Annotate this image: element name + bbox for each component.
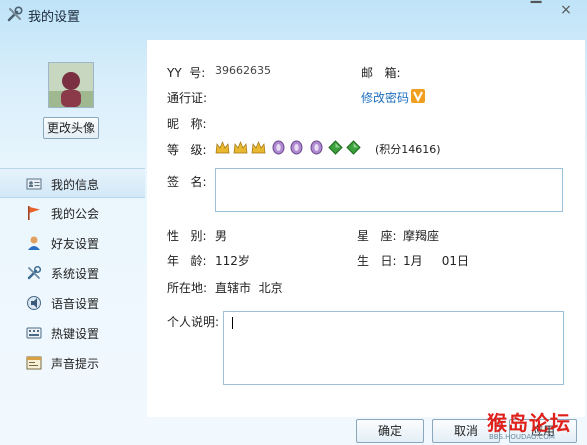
- moon-icon: [272, 140, 285, 155]
- tools-icon: [7, 6, 23, 22]
- star-sign-label: 星 座:: [357, 229, 397, 243]
- location-value: 直辖市 北京: [215, 281, 283, 295]
- avatar-image: [49, 63, 93, 107]
- nickname-label: 昵 称:: [167, 117, 207, 131]
- sidebar-item-voice-settings[interactable]: 语音设置: [0, 288, 145, 318]
- birthday-label: 生 日:: [357, 254, 397, 268]
- window-title: 我的设置: [28, 10, 81, 25]
- gender-label: 性 别:: [167, 229, 207, 243]
- keyboard-icon: [26, 327, 42, 339]
- sidebar-item-label: 语音设置: [51, 297, 100, 311]
- sidebar-nav: 我的信息 我的公会 好友设置 系统设置 语音设置 热键设置 声音提示: [0, 168, 145, 378]
- tools-icon: [27, 265, 42, 280]
- gender-value: 男: [215, 229, 228, 243]
- sidebar-item-system-settings[interactable]: 系统设置: [0, 258, 145, 288]
- user-icon: [28, 236, 40, 250]
- crown-icon: [215, 141, 230, 154]
- mail-label: 邮 箱:: [361, 66, 401, 80]
- profile-panel: YY 号: 39662635 邮 箱: 通行证: 修改密码 昵 称: 等 级: …: [147, 40, 585, 417]
- crown-icon: [233, 141, 248, 154]
- vip-badge-icon: [411, 89, 425, 103]
- settings-window: 我的设置 ▔ × 更改头像 我的信息 我的公会 好友设置 系统设置 语音设置 热…: [0, 0, 587, 445]
- moon-icon: [310, 140, 323, 155]
- diamond-icon: [346, 140, 361, 155]
- sidebar-item-label: 我的信息: [51, 178, 100, 192]
- signature-label: 签 名:: [167, 175, 207, 189]
- star-sign-value: 摩羯座: [403, 229, 440, 243]
- watermark-text: 猴岛论坛: [487, 411, 571, 435]
- watermark-subtext: BBS.HOUDAO.COM: [489, 433, 555, 441]
- level-label: 等 级:: [167, 143, 207, 157]
- points-text: (积分14616): [375, 143, 441, 156]
- moon-icon: [290, 140, 303, 155]
- birthday-value: 1月 01日: [403, 254, 469, 268]
- close-button[interactable]: ×: [556, 0, 576, 20]
- flag-icon: [28, 206, 40, 220]
- sidebar-item-hotkey-settings[interactable]: 热键设置: [0, 318, 145, 348]
- diamond-icon: [328, 140, 343, 155]
- sidebar-item-friend-settings[interactable]: 好友设置: [0, 228, 145, 258]
- sidebar-item-label: 系统设置: [51, 267, 100, 281]
- sidebar-item-label: 声音提示: [51, 357, 100, 371]
- sidebar-item-label: 我的公会: [51, 207, 100, 221]
- text-caret: [232, 317, 233, 329]
- voice-icon: [27, 296, 41, 310]
- description-label: 个人说明:: [167, 315, 220, 329]
- title-bar[interactable]: 我的设置 ▔ ×: [0, 0, 587, 28]
- signature-input[interactable]: [215, 168, 563, 212]
- forum-watermark: 猴岛论坛 BBS.HOUDAO.COM: [487, 407, 585, 443]
- change-avatar-button[interactable]: 更改头像: [43, 117, 99, 139]
- sidebar-item-my-guild[interactable]: 我的公会: [0, 198, 145, 228]
- ok-button[interactable]: 确定: [356, 419, 424, 443]
- avatar: [48, 62, 94, 108]
- passport-label: 通行证:: [167, 91, 208, 105]
- minimize-button[interactable]: ▔: [526, 0, 546, 20]
- sidebar-item-my-info[interactable]: 我的信息: [0, 168, 145, 198]
- change-password-link[interactable]: 修改密码: [361, 89, 409, 106]
- age-label: 年 龄:: [167, 254, 207, 268]
- description-input[interactable]: [223, 311, 564, 385]
- age-value: 112岁: [215, 254, 250, 268]
- id-card-icon: [26, 178, 42, 190]
- location-label: 所在地:: [167, 281, 208, 295]
- sound-window-icon: [26, 356, 42, 370]
- sidebar-item-sound-alert[interactable]: 声音提示: [0, 348, 145, 378]
- yy-value: 39662635: [215, 64, 271, 77]
- sidebar-item-label: 好友设置: [51, 237, 100, 251]
- sidebar-item-label: 热键设置: [51, 327, 100, 341]
- crown-icon: [251, 141, 266, 154]
- yy-label: YY 号:: [167, 66, 206, 80]
